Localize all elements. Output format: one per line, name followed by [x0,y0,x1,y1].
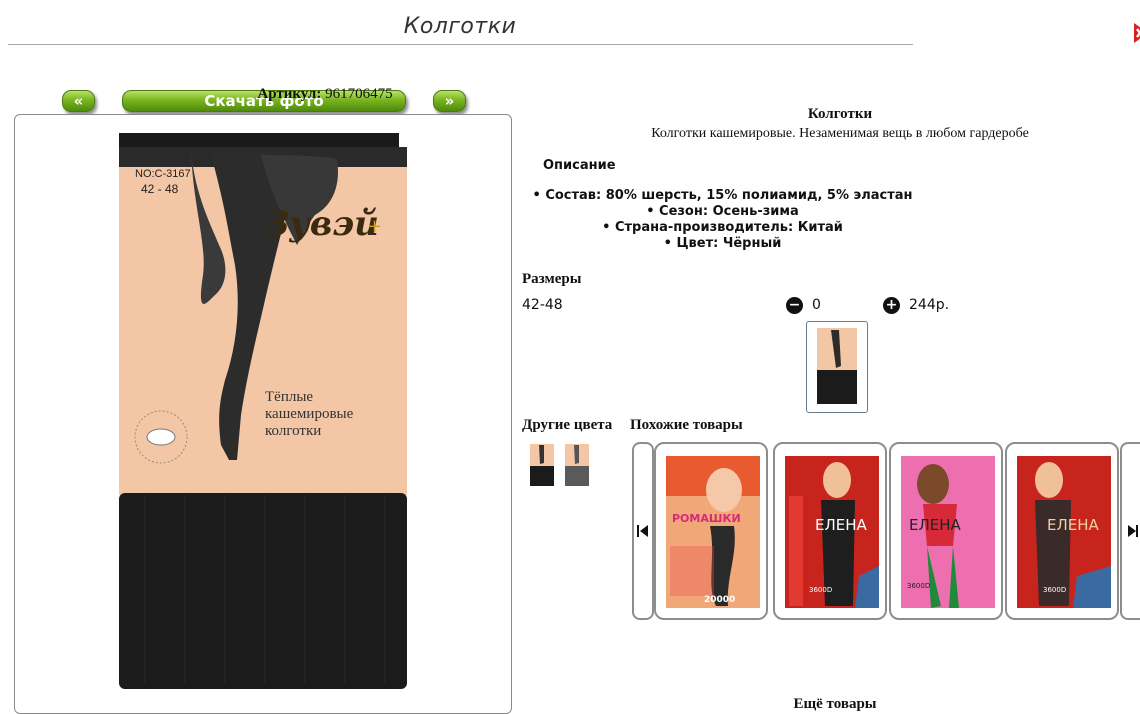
similar-product-image: ЕЛЕНА 3600D [901,456,995,608]
size-thumbnail-image [817,328,857,404]
sizes-heading: Размеры [522,271,582,287]
similar-product-image: РОМАШКИ 20000 [666,456,760,608]
product-photo-frame: NO:C-3167 42 - 48 Зувэй + Тёплые кашемир… [14,114,512,714]
color-swatch-image [565,444,589,486]
carousel-prev-button[interactable] [632,442,654,620]
product-name: Колготки [807,106,873,122]
similar-product-card[interactable]: ЕЛЕНА 3600D [773,442,887,620]
package-brand-mark: + [367,216,382,237]
package-caption-1: Тёплые [265,389,313,405]
description-item: • Страна-производитель: Китай [602,220,843,235]
decrease-quantity-button[interactable]: − [786,297,803,314]
article-line: Артикул: 961706475 [165,86,485,103]
package-code: NO:C-3167 [135,168,191,180]
product-description: Колготки кашемировые. Незаменимая вещь в… [651,126,1029,141]
article-label: Артикул: [257,86,322,102]
other-colors-heading: Другие цвета [522,417,613,433]
similar-product-image: ЕЛЕНА 3600D [1017,456,1111,608]
similar-product-card[interactable]: РОМАШКИ 20000 [654,442,768,620]
size-thumbnail[interactable] [806,321,868,413]
description-item: • Сезон: Осень-зима [646,204,799,219]
similar-product-card[interactable]: ЕЛЕНА 3600D [1005,442,1119,620]
similar-product-note: 3600D [809,586,832,594]
similar-product-brand: ЕЛЕНА [1047,516,1100,534]
size-label: 42-48 [522,297,563,313]
increase-quantity-button[interactable]: + [883,297,900,314]
package-size: 42 - 48 [141,182,179,196]
package-caption-3: колготки [265,423,321,439]
product-photo: NO:C-3167 42 - 48 Зувэй + Тёплые кашемир… [119,133,407,689]
close-icon[interactable] [1130,20,1140,46]
similar-product-note: 20000 [704,595,735,605]
color-option-gray[interactable] [564,443,590,487]
color-option-black[interactable] [529,443,555,487]
package-caption-2: кашемировые [265,406,354,422]
similar-product-note: 3600D [1043,586,1066,594]
description-list: • Состав: 80% шерсть, 15% полиамид, 5% э… [520,188,925,252]
article-value: 961706475 [325,86,393,102]
similar-product-card[interactable]: ЕЛЕНА 3600D [889,442,1003,620]
similar-product-note: 3600D [907,582,930,590]
carousel-next-button[interactable] [1120,442,1140,620]
similar-product-brand: ЕЛЕНА [909,516,962,534]
similar-product-brand: РОМАШКИ [672,512,741,525]
similar-product-brand: ЕЛЕНА [815,516,868,534]
skip-back-icon [637,525,648,537]
page-title: Колготки [403,14,517,39]
similar-product-image: ЕЛЕНА 3600D [785,456,879,608]
price: 244р. [909,297,950,313]
description-heading: Описание [543,158,616,173]
quantity-value[interactable]: 0 [812,297,821,313]
description-item: • Состав: 80% шерсть, 15% полиамид, 5% э… [532,188,913,203]
package-brand: Зувэй [265,204,379,244]
skip-forward-icon [1128,525,1138,537]
similar-products-heading: Похожие товары [630,417,743,433]
more-products-heading: Ещё товары [793,696,877,712]
color-swatch-image [530,444,554,486]
title-divider [8,44,913,45]
description-item: • Цвет: Чёрный [663,236,782,251]
prev-photo-button[interactable]: « [62,90,95,112]
